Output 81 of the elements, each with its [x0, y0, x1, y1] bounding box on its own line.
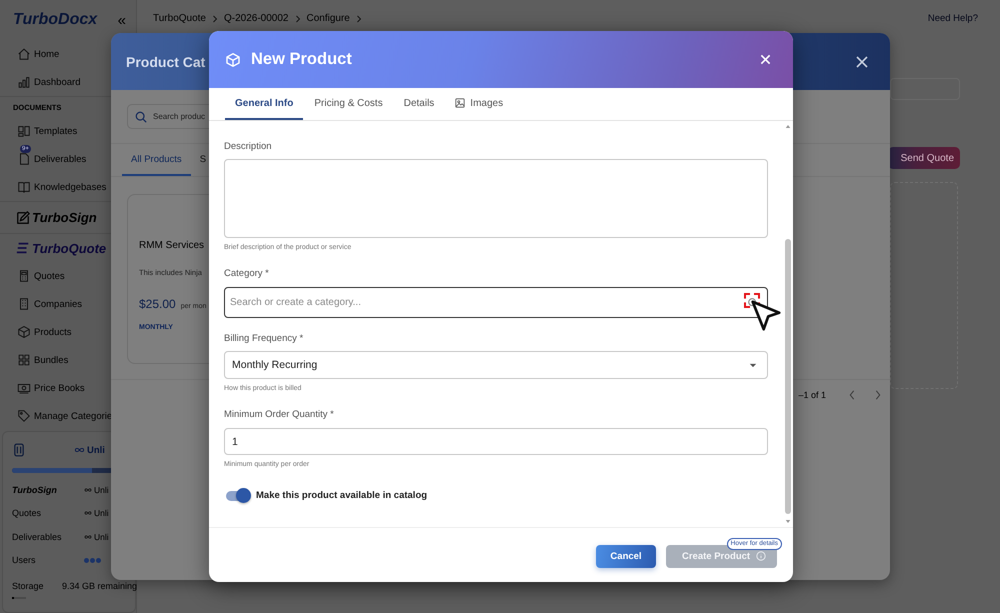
tab[interactable]: General Info [225, 88, 304, 120]
logo: TurboDocx [13, 11, 98, 29]
toggle-switch[interactable] [226, 490, 249, 500]
usage-value: Unli [94, 532, 109, 542]
dialog-title: Product Cat [126, 54, 206, 70]
brand-logo: TurboQuote [32, 240, 106, 256]
banknote-icon [17, 381, 31, 395]
send-quote-button[interactable]: Send Quote [888, 147, 960, 169]
brand-logo: TurboSign [12, 484, 58, 495]
infinity-icon [84, 534, 92, 540]
chevron-icon [294, 14, 300, 22]
usage-value: Unli [94, 508, 109, 518]
toggle-label: Make this product available in catalog [256, 490, 428, 501]
nav-item[interactable]: Templates [0, 117, 136, 145]
home-icon [17, 47, 31, 61]
cancel-button[interactable]: Cancel [596, 544, 656, 568]
layout-icon [17, 124, 31, 138]
nav-item[interactable]: Manage Categorie [0, 402, 136, 430]
nav-item[interactable]: Products [0, 318, 136, 346]
close-icon[interactable] [856, 56, 868, 68]
quantity-field[interactable]: 1 [224, 428, 768, 455]
collapse-button[interactable]: « [114, 12, 130, 28]
bar-chart-icon [17, 75, 31, 89]
calculator-icon [17, 269, 31, 283]
pagination-text: –1 of 1 [798, 390, 826, 400]
tab[interactable]: Pricing & Costs [304, 88, 393, 120]
breadcrumb-link[interactable]: Configure [306, 13, 350, 24]
nav-item[interactable]: Companies [0, 290, 136, 318]
field-label: Billing Frequency * [224, 333, 304, 345]
building-icon [17, 297, 31, 311]
infinity-icon [74, 447, 85, 453]
dialog-title: New Product [251, 50, 352, 69]
usage-value: Unli [94, 484, 109, 495]
description-field[interactable] [224, 159, 768, 238]
dots-icon [84, 558, 101, 563]
usage-label: Deliverables [12, 532, 63, 542]
scroll-down-icon[interactable] [785, 519, 791, 524]
image-icon [455, 98, 466, 108]
nav-item[interactable]: Dashboard [0, 68, 136, 96]
usage-label: Quotes [12, 508, 42, 518]
tag-icon [17, 409, 31, 423]
product-name: RMM Services [139, 240, 204, 251]
cursor-icon [750, 299, 781, 332]
usage-label: Users [12, 555, 37, 566]
search-icon [135, 110, 147, 122]
scroll-up-icon[interactable] [785, 124, 791, 129]
tab[interactable]: Images [445, 88, 514, 120]
chevron-icon [356, 14, 362, 22]
tab[interactable]: Details [394, 88, 444, 120]
previous-page-icon[interactable] [848, 390, 856, 400]
field-label: Minimum Order Quantity * [224, 409, 335, 421]
nav-item[interactable]: Price Books [0, 374, 136, 402]
info-icon [756, 551, 766, 561]
next-page-icon[interactable] [874, 390, 882, 400]
product-price: $25.00 [139, 297, 176, 311]
breadcrumb-link[interactable]: TurboQuote [153, 13, 206, 24]
lines-icon [16, 241, 30, 255]
infinity-icon [84, 486, 92, 493]
tab[interactable]: All Products [122, 144, 191, 176]
brand-logo: TurboSign [32, 210, 97, 225]
storage-value: 9.34 GB remaining [62, 580, 138, 591]
cube-icon [225, 52, 241, 68]
help-link[interactable]: Need Help? [928, 13, 978, 24]
infinity-icon [84, 510, 92, 516]
usage-value: Unli [87, 444, 105, 456]
category-field[interactable]: Search or create a category... [224, 287, 768, 318]
field-label: Category * [224, 268, 270, 280]
breadcrumb-link[interactable]: Q-2026-00002 [224, 13, 288, 24]
grid-icon [17, 353, 31, 367]
nav-item[interactable]: Bundles [0, 346, 136, 374]
caret-icon [749, 362, 757, 368]
cube-icon [17, 325, 31, 339]
pen-icon [16, 210, 30, 224]
book-icon [17, 180, 31, 194]
nav-item[interactable]: Knowledgebases [0, 173, 136, 201]
usage-label: Storage [12, 580, 45, 591]
chevron-icon [212, 14, 218, 22]
billing-select[interactable]: Monthly Recurring [224, 351, 768, 379]
document-icon [17, 152, 31, 166]
field-label: Description [224, 141, 273, 153]
nav-item[interactable]: Quotes [0, 262, 136, 290]
